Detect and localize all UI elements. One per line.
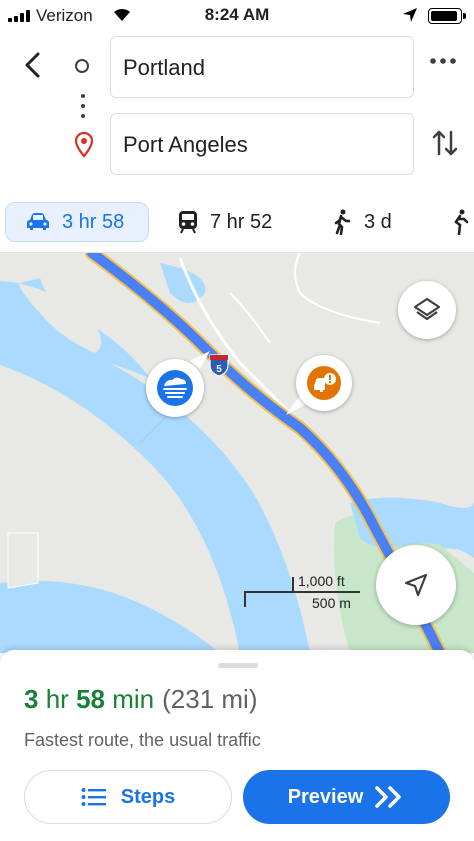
destination-pin-icon <box>74 132 94 158</box>
navigation-arrow-icon <box>404 573 428 597</box>
destination-input[interactable]: Port Angeles <box>110 113 414 175</box>
map-layers-button[interactable] <box>398 281 456 339</box>
route-summary-sheet: 3 hr 58 min (231 mi) Fastest route, the u… <box>0 650 474 841</box>
tab-walking[interactable]: 3 d <box>332 202 392 242</box>
travel-mode-tabs: 3 hr 58 7 hr 52 3 d <box>0 194 474 253</box>
battery-icon <box>428 8 466 24</box>
route-connector-dots <box>81 94 85 124</box>
traffic-incident-callout[interactable] <box>296 355 352 411</box>
weather-callout[interactable] <box>146 359 204 417</box>
route-summary: 3 hr 58 min (231 mi) <box>24 684 257 715</box>
layers-icon <box>413 297 441 321</box>
origin-circle-icon <box>75 59 89 73</box>
duration-hours: 3 <box>24 684 39 714</box>
tab-transit[interactable]: 7 hr 52 <box>178 202 272 242</box>
interstate-shield-icon: 5 <box>209 354 229 377</box>
directions-header: Portland Port Angeles <box>0 32 474 194</box>
duration-minutes: 58 <box>76 684 105 714</box>
hours-unit: hr <box>45 684 69 714</box>
tab-driving[interactable]: 3 hr 58 <box>5 202 149 242</box>
minutes-unit: min <box>112 684 155 714</box>
walking-icon <box>334 209 351 235</box>
traffic-incident-icon <box>307 366 341 400</box>
status-bar: Verizon 8:24 AM <box>0 0 474 32</box>
scale-imperial-label: 1,000 ft <box>298 573 345 589</box>
swap-directions-icon[interactable] <box>432 128 458 158</box>
preview-button[interactable]: Preview <box>243 770 450 824</box>
map-view[interactable]: 5 1,000 ft 500 m <box>0 253 474 653</box>
list-icon <box>81 788 106 806</box>
back-arrow-icon[interactable] <box>18 50 48 80</box>
my-location-button[interactable] <box>376 545 456 625</box>
origin-input[interactable]: Portland <box>110 36 414 98</box>
preview-label: Preview <box>287 785 364 808</box>
more-options-icon[interactable] <box>430 56 456 66</box>
map-scale-bar: 1,000 ft 500 m <box>244 571 364 611</box>
train-icon <box>179 211 197 234</box>
location-services-icon <box>403 8 417 22</box>
scale-metric-label: 500 m <box>312 595 351 611</box>
tab-cycling[interactable] <box>448 202 474 242</box>
double-chevron-right-icon <box>375 786 402 808</box>
route-description: Fastest route, the usual traffic <box>24 730 261 750</box>
driving-duration: 3 hr 58 <box>62 210 125 233</box>
fog-icon <box>157 370 193 406</box>
interstate-number: 5 <box>216 364 222 375</box>
steps-label: Steps <box>120 785 176 808</box>
sheet-drag-handle[interactable] <box>218 663 258 668</box>
walking-duration: 3 d <box>364 210 392 233</box>
steps-button[interactable]: Steps <box>24 770 232 824</box>
cycling-icon <box>454 209 469 235</box>
route-duration: 3 hr 58 min <box>24 684 154 714</box>
car-icon <box>27 213 49 230</box>
transit-duration: 7 hr 52 <box>210 210 273 233</box>
route-distance: (231 mi) <box>162 684 258 714</box>
